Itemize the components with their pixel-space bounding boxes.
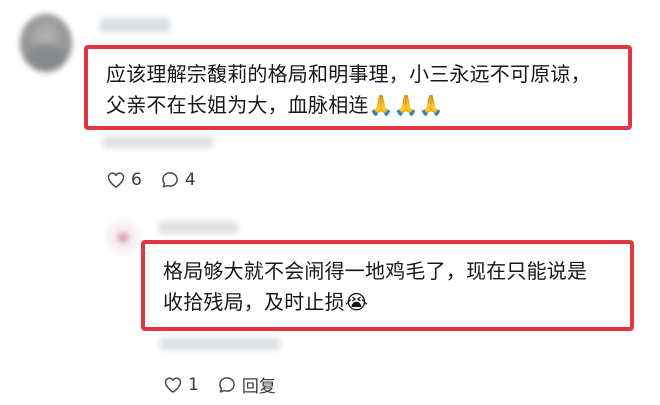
speech-bubble-icon [161,172,178,188]
like-count: 6 [131,170,142,190]
reply-button[interactable]: 4 [160,170,196,190]
reply-meta-redacted [160,338,280,350]
comment-text-highlight: 应该理解宗馥莉的格局和明事理，小三永远不可原谅， 父亲不在长姐为大，血脉相连🙏🙏… [84,45,632,130]
commenter-name-redacted[interactable] [100,18,170,32]
reply-button[interactable]: 回复 [217,372,276,397]
comment-meta-redacted [103,136,213,148]
reply-count: 4 [184,170,196,190]
comment-text-line: 父亲不在长姐为大，血脉相连🙏🙏🙏 [106,93,444,117]
reply-text-line: 收拾残局，及时止损😭 [163,290,369,314]
reply-text-highlight: 格局够大就不会闹得一地鸡毛了，现在只能说是 收拾残局，及时止损😭 [141,240,634,331]
speech-bubble-icon [218,376,235,393]
like-button[interactable]: 6 [106,170,142,190]
heart-outline-icon [164,376,182,393]
like-count: 1 [188,374,199,395]
heart-outline-icon [107,172,125,188]
reply-actions: 1 回复 [163,372,276,397]
reply-text-line: 格局够大就不会闹得一地鸡毛了，现在只能说是 [163,259,588,283]
reply-author-name-redacted[interactable] [158,221,238,234]
reply-label: 回复 [241,377,276,397]
reply-avatar[interactable] [106,220,140,254]
like-button[interactable]: 1 [163,375,199,395]
commenter-avatar[interactable] [20,14,72,72]
comment-text-line: 应该理解宗馥莉的格局和明事理，小三永远不可原谅， [106,62,591,86]
comment-actions: 6 4 [106,170,196,190]
